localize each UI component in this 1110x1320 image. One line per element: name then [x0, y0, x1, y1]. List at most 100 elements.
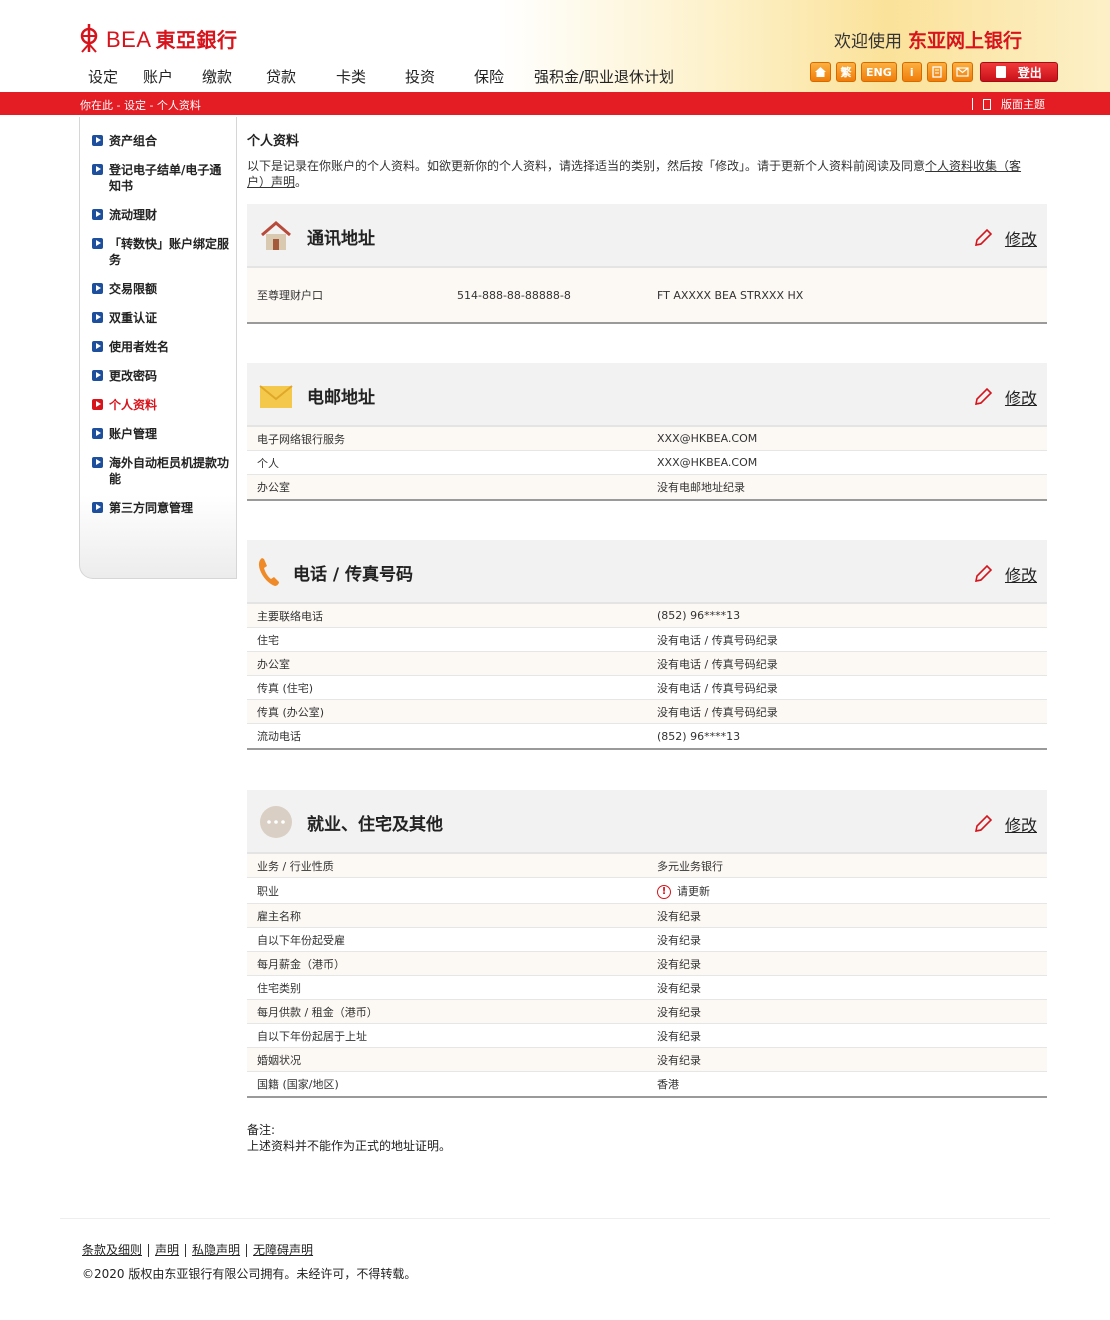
phone-rows: 主要联络电话 (852) 96****13 住宅 没有电话 / 传真号码纪录 办公室…	[247, 604, 1047, 750]
employment-section-title: 就业、住宅及其他	[307, 815, 443, 835]
table-row: 每月供款 / 租金（港币） 没有纪录	[247, 1000, 1047, 1024]
row-label: 自以下年份起居于上址	[257, 1029, 367, 1043]
more-icon	[260, 806, 292, 838]
row-label: 雇主名称	[257, 909, 301, 923]
row-label: 住宅	[257, 633, 279, 647]
sidebar-item-overseas-atm[interactable]: 海外自动柜员机提款功能	[92, 455, 232, 487]
sidebar-item-two-factor[interactable]: 双重认证	[92, 310, 232, 326]
sidebar-item-personal-info[interactable]: 个人资料	[92, 397, 232, 413]
sidebar-item-mobile-banking[interactable]: 流动理财	[92, 207, 232, 223]
nav-settings[interactable]: 设定	[88, 66, 143, 87]
table-row: 主要联络电话 (852) 96****13	[247, 604, 1047, 628]
edit-address-button[interactable]: 修改	[973, 226, 1037, 250]
sidebar-item-third-party-consent[interactable]: 第三方同意管理	[92, 500, 232, 516]
sidebar-item-label: 双重认证	[109, 311, 158, 325]
sidebar-item-portfolio[interactable]: 资产组合	[92, 133, 232, 149]
edit-employment-button[interactable]: 修改	[973, 812, 1037, 836]
nav-investment[interactable]: 投资	[405, 66, 474, 87]
house-icon	[261, 221, 291, 250]
row-label: 主要联络电话	[257, 609, 323, 623]
table-row: 办公室 没有电话 / 传真号码纪录	[247, 652, 1047, 676]
sidebar-item-fps[interactable]: 「转数快」账户绑定服务	[92, 236, 232, 268]
table-row: 职业 ! 请更新	[247, 878, 1047, 904]
pencil-icon	[974, 564, 993, 583]
arrow-bullet-icon	[92, 135, 103, 146]
row-value: 没有电话 / 传真号码纪录	[657, 681, 778, 695]
sidebar-item-transaction-limit[interactable]: 交易限额	[92, 281, 232, 297]
row-label: 电子网络银行服务	[257, 432, 345, 446]
row-value: (852) 96****13	[657, 729, 741, 743]
arrow-bullet-icon	[92, 502, 103, 513]
arrow-bullet-icon	[92, 209, 103, 220]
accessibility-link[interactable]: 无障碍声明	[246, 1244, 319, 1257]
theme-label: 版面主题	[1001, 98, 1045, 111]
bea-logo[interactable]: BEA 東亞銀行	[78, 22, 238, 54]
row-value: 没有电话 / 传真号码纪录	[657, 657, 778, 671]
english-button[interactable]: ENG	[861, 62, 897, 82]
disclaimer-link[interactable]: 声明	[148, 1244, 185, 1257]
sidebar-item-account-management[interactable]: 账户管理	[92, 426, 232, 442]
privacy-link[interactable]: 私隐声明	[185, 1244, 246, 1257]
copyright: ©2020 版权由东亚银行有限公司拥有。未经许可，不得转载。	[82, 1267, 417, 1281]
nav-payments[interactable]: 缴款	[202, 66, 266, 87]
row-label: 职业	[257, 884, 279, 898]
remarks-title: 备注:	[247, 1123, 276, 1137]
nav-cards[interactable]: 卡类	[336, 66, 405, 87]
table-row: 住宅类别 没有纪录	[247, 976, 1047, 1000]
logo-text: BEA	[106, 26, 152, 52]
print-icon[interactable]	[926, 62, 947, 82]
table-row: 个人 XXX@HKBEA.COM	[247, 451, 1047, 475]
table-row: 自以下年份起受雇 没有纪录	[247, 928, 1047, 952]
table-row: 自以下年份起居于上址 没有纪录	[247, 1024, 1047, 1048]
nav-accounts[interactable]: 账户	[143, 66, 202, 87]
account-type: 至尊理财户口	[257, 289, 323, 302]
home-icon[interactable]	[810, 62, 831, 82]
pencil-icon	[974, 387, 993, 406]
row-label: 办公室	[257, 657, 290, 671]
tool-icons: 繁 ENG i 登出	[810, 62, 1058, 82]
nav-loans[interactable]: 贷款	[266, 66, 336, 87]
sidebar-item-change-password[interactable]: 更改密码	[92, 368, 232, 384]
address-rows: 至尊理财户口 514-888-88-88888-8 FT AXXXX BEA S…	[247, 268, 1047, 324]
row-label: 业务 / 行业性质	[257, 859, 334, 873]
address-section-title: 通讯地址	[307, 229, 375, 249]
traditional-chinese-button[interactable]: 繁	[836, 62, 856, 82]
table-row: 国籍 (国家/地区) 香港	[247, 1072, 1047, 1096]
occupation-value: ! 请更新	[657, 883, 710, 899]
table-row: 传真 (住宅) 没有电话 / 传真号码纪录	[247, 676, 1047, 700]
logout-button[interactable]: 登出	[979, 62, 1058, 82]
table-row: 电子网络银行服务 XXX@HKBEA.COM	[247, 427, 1047, 451]
edit-email-button[interactable]: 修改	[973, 385, 1037, 409]
row-value: 没有电话 / 传真号码纪录	[657, 633, 778, 647]
row-value: 请更新	[677, 884, 710, 898]
phone-section-header: 电话 / 传真号码 修改	[247, 540, 1047, 604]
sidebar-item-label: 「转数快」账户绑定服务	[109, 237, 230, 267]
nav-mpf[interactable]: 强积金/职业退休计划	[534, 66, 674, 87]
theme-icon	[983, 98, 991, 110]
sidebar-item-estatement[interactable]: 登记电子结单/电子通知书	[92, 162, 232, 194]
bea-logo-icon	[80, 24, 98, 53]
breadcrumb-bar: 你在此 - 设定 - 个人资料 版面主题	[0, 92, 1110, 115]
edit-phone-button[interactable]: 修改	[973, 562, 1037, 586]
email-section-header: 电邮地址 修改	[247, 363, 1047, 427]
arrow-bullet-icon	[92, 238, 103, 249]
logo-cn: 東亞銀行	[155, 27, 238, 52]
row-value: 没有纪录	[657, 957, 701, 971]
pencil-icon	[974, 814, 993, 833]
sidebar-item-username[interactable]: 使用者姓名	[92, 339, 232, 355]
row-label: 婚姻状况	[257, 1053, 301, 1067]
table-row: 雇主名称 没有纪录	[247, 904, 1047, 928]
terms-link[interactable]: 条款及细则	[82, 1244, 148, 1257]
info-button[interactable]: i	[901, 62, 922, 82]
divider	[972, 98, 973, 110]
mail-icon[interactable]	[951, 62, 973, 82]
page-title: 个人资料	[247, 134, 300, 149]
theme-switch[interactable]: 版面主题	[972, 96, 1045, 112]
remarks-text: 上述资料并不能作为正式的地址证明。	[247, 1139, 452, 1153]
email-section: 电邮地址 修改 电子网络银行服务 XXX@HKBEA.COM 个人 XXX@HKBE…	[247, 363, 1047, 501]
nav-insurance[interactable]: 保险	[474, 66, 534, 87]
welcome-prefix: 欢迎使用	[834, 32, 902, 52]
row-value: 没有纪录	[657, 981, 701, 995]
row-label: 国籍 (国家/地区)	[257, 1078, 339, 1091]
row-label: 个人	[257, 456, 279, 470]
